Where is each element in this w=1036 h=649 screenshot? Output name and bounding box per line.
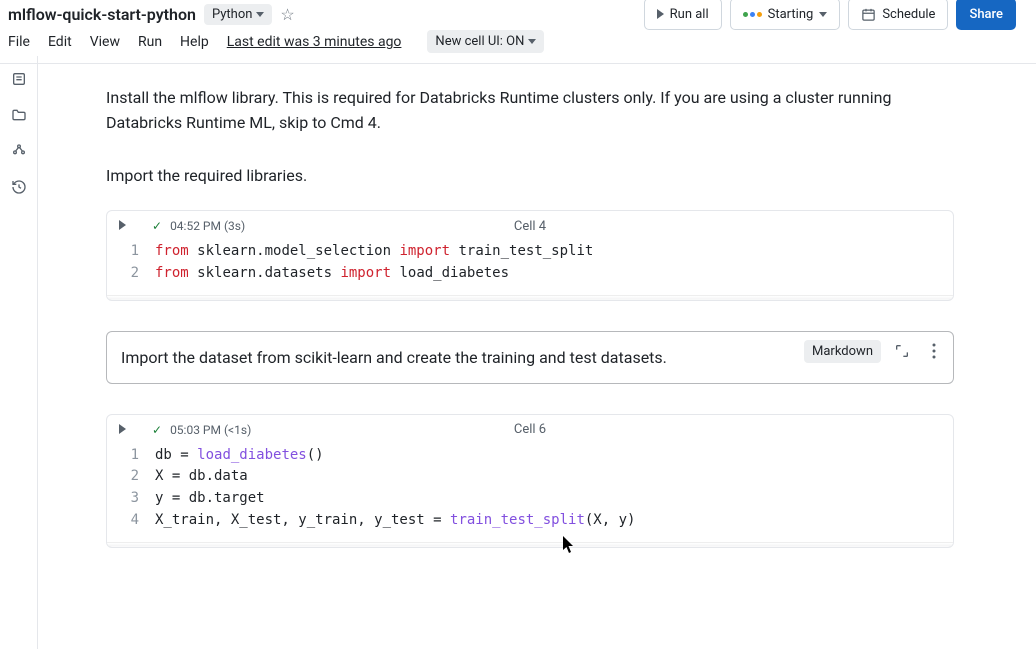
share-panel-icon[interactable] <box>10 142 28 160</box>
left-rail <box>0 56 38 649</box>
calendar-icon <box>861 7 876 22</box>
cell-status: 05:03 PM (<1s) <box>170 423 251 437</box>
loading-icon <box>743 12 762 17</box>
notebook-content: Install the mlflow library. This is requ… <box>38 56 1036 649</box>
run-all-button[interactable]: Run all <box>644 0 722 30</box>
code-line: 1from sklearn.model_selection import tra… <box>119 241 941 263</box>
menu-view[interactable]: View <box>90 34 120 50</box>
code-editor[interactable]: 1from sklearn.model_selection import tra… <box>107 237 953 294</box>
markdown-text: Import the required libraries. <box>106 164 926 189</box>
toc-icon[interactable] <box>10 70 28 88</box>
code-line: 4X_train, X_test, y_train, y_test = trai… <box>119 510 941 532</box>
cell-footer <box>107 542 953 547</box>
menu-edit[interactable]: Edit <box>48 34 72 50</box>
play-icon <box>657 9 664 19</box>
code-line: 3y = db.target <box>119 488 941 510</box>
code-editor[interactable]: 1db = load_diabetes() 2X = db.data 3y = … <box>107 441 953 542</box>
cell-label: Cell 6 <box>514 422 546 437</box>
cluster-status-label: Starting <box>768 7 814 22</box>
cell-type-badge[interactable]: Markdown <box>804 340 881 363</box>
menu-run[interactable]: Run <box>138 34 162 50</box>
play-icon <box>119 424 126 434</box>
notebook-title[interactable]: mlflow-quick-start-python <box>8 5 196 24</box>
cluster-status-button[interactable]: Starting <box>730 0 841 30</box>
new-cell-toggle[interactable]: New cell UI: ON <box>427 30 544 53</box>
code-line: 1db = load_diabetes() <box>119 445 941 467</box>
schedule-label: Schedule <box>882 7 935 22</box>
menu-help[interactable]: Help <box>180 34 209 50</box>
run-all-label: Run all <box>670 7 709 22</box>
run-cell-button[interactable] <box>119 219 126 233</box>
language-selector[interactable]: Python <box>204 4 272 25</box>
cell-status: 04:52 PM (3s) <box>170 219 245 233</box>
new-cell-label: New cell UI: ON <box>435 34 524 49</box>
code-cell-4[interactable]: ✓ 04:52 PM (3s) Cell 4 1from sklearn.mod… <box>106 210 954 300</box>
run-cell-button[interactable] <box>119 423 126 437</box>
code-cell-6[interactable]: ✓ 05:03 PM (<1s) Cell 6 1db = load_diabe… <box>106 414 954 548</box>
code-line: 2X = db.data <box>119 466 941 488</box>
play-icon <box>119 220 126 230</box>
last-edit-link[interactable]: Last edit was 3 minutes ago <box>227 34 402 50</box>
folder-icon[interactable] <box>10 106 28 124</box>
expand-icon[interactable] <box>891 340 913 362</box>
cell-footer <box>107 295 953 300</box>
menu-file[interactable]: File <box>8 34 30 50</box>
share-label: Share <box>969 7 1003 22</box>
star-icon[interactable]: ☆ <box>280 5 294 24</box>
schedule-button[interactable]: Schedule <box>848 0 948 30</box>
chevron-down-icon <box>256 12 264 17</box>
code-line: 2from sklearn.datasets import load_diabe… <box>119 263 941 285</box>
kebab-icon[interactable] <box>923 340 945 362</box>
markdown-text: Install the mlflow library. This is requ… <box>106 86 926 136</box>
chevron-down-icon <box>819 12 827 17</box>
markdown-cell-5[interactable]: Markdown Import the dataset from scikit-… <box>106 331 954 384</box>
share-button[interactable]: Share <box>956 0 1016 30</box>
cell-label: Cell 4 <box>514 219 546 234</box>
check-icon: ✓ <box>152 219 162 233</box>
language-label: Python <box>212 7 252 22</box>
chevron-down-icon <box>528 39 536 44</box>
history-icon[interactable] <box>10 178 28 196</box>
check-icon: ✓ <box>152 423 162 437</box>
